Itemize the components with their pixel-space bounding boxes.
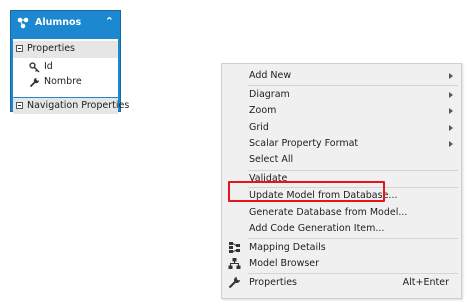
- key-icon: [29, 62, 40, 73]
- properties-section[interactable]: Properties: [13, 41, 118, 58]
- property-label: Id: [44, 61, 53, 72]
- collapse-box-icon[interactable]: [16, 45, 23, 52]
- menu-item-generate-database-from-model[interactable]: Generate Database from Model...: [222, 204, 461, 221]
- navigation-properties-section[interactable]: Navigation Properties: [13, 97, 129, 114]
- entity-title: Alumnos: [35, 17, 82, 28]
- wrench-icon: [29, 77, 40, 88]
- menu-item-properties[interactable]: Properties Alt+Enter: [222, 274, 461, 291]
- menu-item-label: Generate Database from Model...: [249, 207, 408, 218]
- menu-item-diagram[interactable]: Diagram: [222, 86, 461, 103]
- menu-item-mapping-details[interactable]: Mapping Details: [222, 239, 461, 256]
- menu-item-label: Select All: [249, 154, 294, 165]
- properties-section-label: Properties: [27, 43, 76, 54]
- menu-item-zoom[interactable]: Zoom: [222, 102, 461, 119]
- menu-item-grid[interactable]: Grid: [222, 119, 461, 136]
- menu-item-label: Model Browser: [249, 258, 320, 269]
- menu-item-shortcut: Alt+Enter: [402, 277, 449, 288]
- model-browser-icon: [228, 258, 241, 269]
- menu-item-select-all[interactable]: Select All: [222, 151, 461, 168]
- menu-item-label: Add Code Generation Item...: [249, 223, 385, 234]
- menu-item-add-new[interactable]: Add New: [222, 67, 461, 84]
- menu-item-label: Grid: [249, 122, 269, 133]
- entity-header[interactable]: Alumnos ⌃: [11, 11, 120, 35]
- submenu-arrow-icon: [449, 141, 453, 147]
- entity-body: Properties Id Nombre Navigation Properti…: [13, 39, 129, 114]
- menu-item-label: Zoom: [249, 105, 277, 116]
- menu-item-label: Add New: [249, 70, 292, 81]
- submenu-arrow-icon: [449, 73, 453, 79]
- property-label: Nombre: [44, 76, 82, 87]
- menu-item-label: Diagram: [249, 89, 290, 100]
- submenu-arrow-icon: [449, 108, 453, 114]
- entity-icon: [17, 17, 29, 29]
- collapse-chevron-icon[interactable]: ⌃: [105, 15, 114, 28]
- submenu-arrow-icon: [449, 125, 453, 131]
- menu-item-add-code-generation-item[interactable]: Add Code Generation Item...: [222, 220, 461, 237]
- menu-item-label: Mapping Details: [249, 242, 326, 253]
- menu-item-label: Properties: [249, 277, 298, 288]
- menu-item-label: Scalar Property Format: [249, 138, 359, 149]
- submenu-arrow-icon: [449, 92, 453, 98]
- mapping-details-icon: [229, 242, 240, 253]
- wrench-icon: [228, 277, 240, 289]
- menu-item-scalar-property-format[interactable]: Scalar Property Format: [222, 135, 461, 152]
- navigation-properties-label: Navigation Properties: [27, 100, 130, 111]
- menu-item-model-browser[interactable]: Model Browser: [222, 255, 461, 272]
- collapse-box-icon[interactable]: [16, 102, 23, 109]
- entity-alumnos[interactable]: Alumnos ⌃ Properties Id Nombre Navigatio…: [10, 10, 129, 114]
- highlight-box: [228, 181, 385, 202]
